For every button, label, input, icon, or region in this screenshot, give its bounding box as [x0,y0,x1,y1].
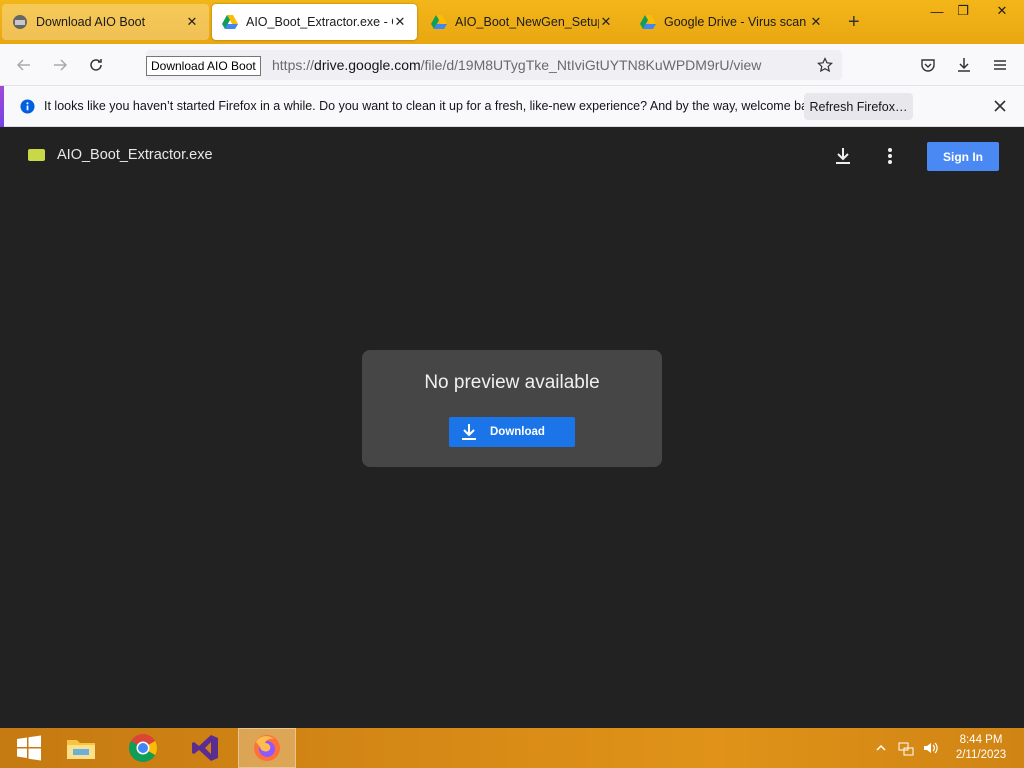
pocket-icon [921,59,935,72]
more-options-icon[interactable] [887,147,893,165]
reload-button[interactable] [84,53,108,77]
close-tab-icon[interactable]: ✕ [599,14,613,30]
tab-label: AIO_Boot_Extractor.exe - Google Drive [246,15,393,29]
tab-aio-boot-extractor[interactable]: AIO_Boot_Extractor.exe - Google Drive ✕ [212,4,417,40]
chrome-taskbar-button[interactable] [114,728,172,768]
visual-studio-icon [192,735,218,761]
close-window-button[interactable]: ✕ [985,0,1019,22]
close-tab-icon[interactable]: ✕ [393,14,407,30]
tab-tooltip: Download AIO Boot [146,56,261,76]
tab-label: Download AIO Boot [36,15,146,29]
reload-icon [90,59,102,71]
firefox-icon [254,735,280,761]
refresh-firefox-button[interactable]: Refresh Firefox… [804,93,913,120]
start-button[interactable] [0,728,58,768]
download-file-button[interactable]: Download [449,417,575,447]
windows-taskbar: 8:44 PM 2/11/2023 [0,728,1024,768]
close-tab-icon[interactable]: ✕ [809,14,823,30]
tab-strip: Download AIO Boot ✕ AIO_Boot_Extractor.e… [0,0,1024,44]
forward-button[interactable] [48,53,72,77]
folder-icon [67,740,95,759]
hamburger-menu-icon [994,60,1006,70]
close-notification-icon[interactable] [990,96,1010,116]
notification-message: It looks like you haven’t started Firefo… [44,99,825,113]
visual-studio-taskbar-button[interactable] [176,728,234,768]
show-hidden-icons-icon[interactable] [876,744,886,752]
drive-file-viewer: AIO_Boot_Extractor.exe Sign In No previe… [0,127,1024,728]
download-icon[interactable] [834,147,852,165]
google-drive-icon [431,15,447,29]
aio-boot-favicon-icon [13,15,27,29]
pocket-button[interactable] [916,53,940,77]
clock-date: 2/11/2023 [955,749,1007,761]
google-drive-icon [640,15,656,29]
tab-virus-scan-warning[interactable]: Google Drive - Virus scan warning ✕ [630,4,833,40]
google-drive-icon [222,15,238,29]
refresh-notification-bar: It looks like you haven’t started Firefo… [0,86,1024,127]
back-arrow-icon [16,59,30,71]
clock-time: 8:44 PM [959,734,1003,746]
exe-file-icon [28,149,45,161]
sign-in-button[interactable]: Sign In [927,142,999,171]
info-icon [20,99,35,114]
back-button[interactable] [12,53,36,77]
download-label: Download [490,426,545,438]
tab-label: Google Drive - Virus scan warning [664,15,809,29]
bookmark-star-icon[interactable] [817,57,833,73]
app-menu-button[interactable] [988,53,1012,77]
downloads-button[interactable] [952,53,976,77]
forward-arrow-icon [54,59,68,71]
chrome-icon [129,734,157,762]
system-clock[interactable]: 8:44 PM 2/11/2023 [948,733,1014,763]
no-preview-card: No preview available Download [362,350,662,467]
new-tab-button[interactable]: + [848,12,860,32]
no-preview-title: No preview available [424,372,600,393]
notification-accent [0,86,4,127]
volume-icon[interactable] [922,740,938,756]
download-arrow-icon [958,58,970,72]
file-name: AIO_Boot_Extractor.exe [57,147,213,163]
windows-logo-icon [17,735,41,761]
close-tab-icon[interactable]: ✕ [185,14,199,30]
tab-aio-boot-newgen-setup[interactable]: AIO_Boot_NewGen_Setup.exe - Google Drive… [421,4,623,40]
restore-button[interactable]: ❐ [946,0,980,22]
file-explorer-taskbar-button[interactable] [52,728,110,768]
network-icon[interactable] [898,740,914,756]
firefox-taskbar-button[interactable] [238,728,296,768]
tab-download-aio-boot[interactable]: Download AIO Boot ✕ [2,4,209,40]
download-icon [462,424,476,440]
file-header: AIO_Boot_Extractor.exe [28,147,213,163]
url-text: https://drive.google.com/file/d/19M8UTyg… [272,57,762,73]
tab-label: AIO_Boot_NewGen_Setup.exe - Google Drive [455,15,599,29]
